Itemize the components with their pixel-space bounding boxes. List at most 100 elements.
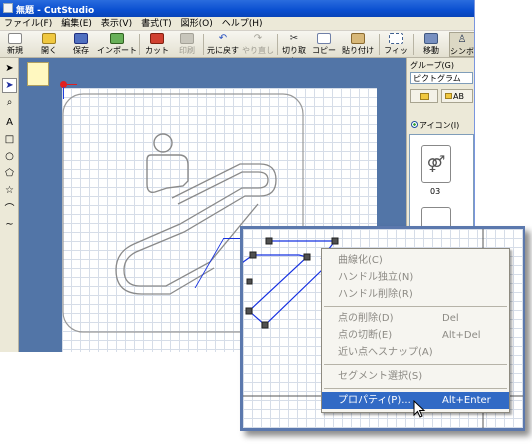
- context-menu: 曲線化(C) ハンドル独立(N) ハンドル削除(R) 点の削除(D) Del 点の…: [321, 248, 510, 413]
- new-icon: [8, 33, 22, 44]
- copy-icon: [317, 33, 331, 44]
- rectangle-icon: □: [4, 134, 15, 145]
- copy-button[interactable]: コピー: [311, 32, 337, 57]
- menu-item-cut-point[interactable]: 点の切断(E) Alt+Del: [322, 327, 509, 344]
- move-button[interactable]: 移動: [418, 32, 444, 57]
- curve-icon: ∼: [5, 219, 14, 230]
- cut-clipboard-button[interactable]: ✂切り取り: [279, 32, 309, 66]
- group-select[interactable]: ピクトグラム: [410, 72, 473, 84]
- menu-view[interactable]: 表示(V): [101, 17, 132, 30]
- menu-separator: [324, 306, 507, 307]
- menu-item-delete-point[interactable]: 点の削除(D) Del: [322, 310, 509, 327]
- print-icon: [180, 33, 194, 44]
- tool-palette: ➤ ➤ ⌕ A □ ○ ⬠ ☆ ⌒ ∼: [0, 58, 19, 352]
- group-label: グループ(G): [410, 61, 454, 70]
- anchor-point[interactable]: [265, 237, 273, 245]
- print-button[interactable]: 印刷: [175, 32, 199, 57]
- anchor-point[interactable]: [303, 253, 311, 261]
- scissors-icon: ✂: [289, 33, 299, 44]
- menu-edit[interactable]: 編集(E): [61, 17, 92, 30]
- undo-button[interactable]: ↶ 元に戻す: [206, 32, 240, 57]
- radio-selected-icon: [411, 121, 418, 128]
- ellipse-icon: ○: [5, 151, 14, 162]
- folder-icon: [445, 93, 452, 99]
- person-icon: ♙: [457, 34, 467, 45]
- menu-format[interactable]: 書式(T): [141, 17, 172, 30]
- thumbnail-restroom[interactable]: ⚤: [421, 145, 451, 183]
- star-tool[interactable]: ☆: [2, 183, 17, 198]
- undo-icon: ↶: [218, 33, 228, 44]
- menu-item-handle-delete[interactable]: ハンドル削除(R): [322, 286, 509, 303]
- app-icon: [3, 3, 13, 13]
- menu-item-handle-independent[interactable]: ハンドル独立(N): [322, 269, 509, 286]
- restroom-icon: ⚤: [426, 154, 446, 173]
- toolbar-separator: [413, 34, 414, 55]
- pointer-icon: ➤: [5, 63, 14, 74]
- ellipse-tool[interactable]: ○: [2, 149, 17, 164]
- node-tool[interactable]: ➤: [2, 78, 17, 93]
- person-body: [146, 154, 189, 194]
- text-tool[interactable]: A: [2, 115, 17, 130]
- move-icon: [424, 33, 438, 44]
- paste-button[interactable]: 貼り付け: [340, 32, 376, 57]
- text-icon: A: [6, 117, 13, 128]
- fit-button[interactable]: フィット: [382, 32, 410, 66]
- paste-icon: [351, 33, 365, 44]
- group-select-value: ピクトグラム: [413, 74, 461, 83]
- redo-button[interactable]: ↷ やり直し: [241, 32, 275, 57]
- menu-item-curve[interactable]: 曲線化(C): [322, 252, 509, 269]
- cut-button[interactable]: カット: [144, 32, 170, 57]
- rectangle-tool[interactable]: □: [2, 132, 17, 147]
- icon-radio[interactable]: アイコン(I): [411, 120, 459, 131]
- menu-bar: ファイル(F) 編集(E) 表示(V) 書式(T) 図形(O) ヘルプ(H): [0, 17, 474, 31]
- anchor-point[interactable]: [331, 237, 339, 245]
- new-button[interactable]: 新規: [3, 32, 27, 57]
- person-head: [153, 133, 173, 153]
- arc-tool[interactable]: ⌒: [2, 200, 17, 215]
- text-style-icon[interactable]: [27, 62, 49, 86]
- import-icon: [110, 33, 124, 44]
- shortcut-label: Del: [442, 313, 459, 324]
- anchor-point[interactable]: [246, 278, 253, 285]
- curve-tool[interactable]: ∼: [2, 217, 17, 232]
- fit-icon: [389, 33, 403, 44]
- origin-x-axis: [65, 84, 77, 85]
- anchor-point[interactable]: [249, 251, 257, 259]
- save-icon: [74, 33, 88, 44]
- menu-separator: [324, 388, 507, 389]
- title-bar: 無題 - CutStudio: [0, 0, 474, 17]
- redo-icon: ↷: [253, 33, 263, 44]
- star-icon: ☆: [5, 185, 14, 196]
- mouse-cursor-icon: [413, 400, 426, 418]
- folder-button[interactable]: [410, 89, 438, 103]
- menu-shape[interactable]: 図形(O): [181, 17, 213, 30]
- menu-file[interactable]: ファイル(F): [4, 17, 52, 30]
- pentagon-icon: ⬠: [5, 168, 14, 179]
- select-tool[interactable]: ➤: [2, 61, 17, 76]
- zoom-tool[interactable]: ⌕: [2, 95, 17, 110]
- open-button[interactable]: 開く: [37, 32, 61, 57]
- import-button[interactable]: インポート: [97, 32, 137, 57]
- thumbnail-number: 03: [430, 187, 441, 196]
- folder-icon: [419, 93, 429, 100]
- shortcut-label: Alt+Del: [442, 330, 481, 341]
- folder-icon: [42, 33, 56, 44]
- path-segment-main: [248, 254, 324, 326]
- toolbar-separator: [379, 34, 380, 55]
- menu-separator: [324, 364, 507, 365]
- arc-icon: ⌒: [4, 204, 15, 215]
- menu-item-segment-select[interactable]: セグメント選択(S): [322, 368, 509, 385]
- simple-button[interactable]: ♙ シンボ: [449, 32, 474, 57]
- node-pointer-icon: ➤: [5, 80, 14, 91]
- anchor-point[interactable]: [261, 321, 269, 329]
- ab-button[interactable]: AB: [441, 89, 473, 103]
- toolbar-separator: [203, 34, 204, 55]
- menu-help[interactable]: ヘルプ(H): [222, 17, 263, 30]
- window-title: 無題 - CutStudio: [16, 6, 95, 16]
- polygon-tool[interactable]: ⬠: [2, 166, 17, 181]
- cutter-icon: [150, 33, 164, 44]
- menu-item-snap-nearest[interactable]: 近い点へスナップ(A): [322, 344, 509, 361]
- save-button[interactable]: 保存: [69, 32, 93, 57]
- anchor-point[interactable]: [245, 307, 253, 315]
- toolbar: 新規 開く 保存 インポート カット 印刷 ↶元に戻す ↷やり直し ✂切り取り …: [0, 31, 474, 66]
